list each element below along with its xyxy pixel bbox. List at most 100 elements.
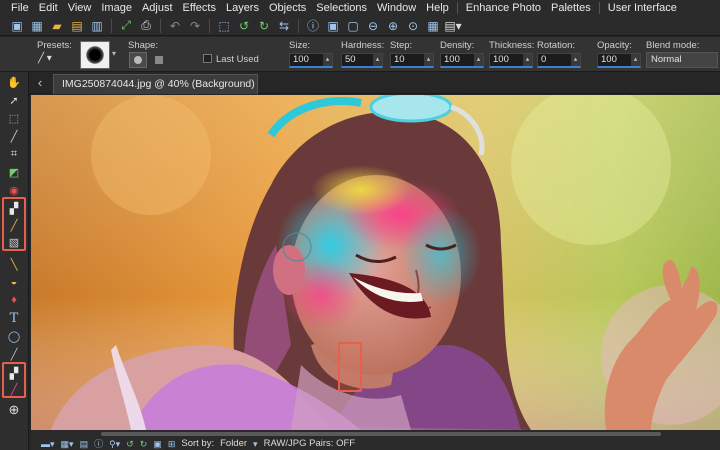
selection-tool-icon[interactable]: ⬚ (4, 110, 24, 126)
blend-mode-select[interactable]: Normal (646, 52, 718, 68)
select-all-icon[interactable]: ▣ (153, 438, 162, 450)
rotation-value: 0 (541, 54, 547, 65)
presets-dropdown[interactable]: ╱ ▾ (38, 53, 70, 68)
paint-brush-tool-icon[interactable]: ▞ (4, 200, 24, 216)
share-icon[interactable]: ⤢ (117, 17, 135, 35)
shape-round-button[interactable] (129, 52, 147, 68)
size-input[interactable]: 100 ▴ (289, 53, 333, 68)
thickness-input[interactable]: 100 ▴ (489, 53, 533, 68)
menu-user-interface[interactable]: User Interface (603, 0, 682, 16)
hardness-input[interactable]: 50 ▴ (341, 53, 383, 68)
thumbnail-view-icon[interactable]: ▦▾ (61, 438, 74, 450)
new-image-icon[interactable]: ▦ (28, 17, 46, 35)
airbrush-tool-icon[interactable]: ╱ (4, 217, 24, 233)
hardness-value: 50 (345, 54, 356, 65)
tag-icon[interactable]: ⊞ (168, 438, 176, 450)
main-toolbar: ▣ ▦ ▰ ▤ ▥ ⤢ ⎙ ↶ ↷ ⬚ ↺ ↻ ⇆ ⓘ ▣ ▢ ⊖ ⊕ ⊙ ▦ … (0, 16, 720, 36)
save-icon[interactable]: ▣ (8, 17, 26, 35)
raw-jpg-pairs-toggle[interactable]: RAW/JPG Pairs: OFF (264, 438, 355, 450)
rotation-spin-icon[interactable]: ▴ (571, 54, 580, 66)
opacity-label: Opacity: (597, 40, 632, 51)
hardness-spin-icon[interactable]: ▴ (373, 54, 382, 66)
pick-tool-icon[interactable]: ➚ (4, 92, 24, 108)
save-disk-icon[interactable]: ▥ (88, 17, 106, 35)
add-tool-icon[interactable]: ⊕ (4, 402, 24, 418)
tab-scroll-left-icon[interactable]: ‹ (33, 75, 47, 91)
zoom-in-icon[interactable]: ⊕ (384, 17, 402, 35)
red-eye-tool-icon[interactable]: ◉ (4, 182, 24, 198)
clone-brush-icon[interactable]: ▞ (4, 365, 24, 381)
hardness-label: Hardness: (341, 40, 385, 51)
gradient-tool-icon[interactable]: ▧ (4, 234, 24, 250)
brush-tip-preview[interactable] (80, 41, 110, 69)
info-icon[interactable]: ⓘ (304, 17, 322, 35)
opacity-input[interactable]: 100 ▴ (597, 53, 641, 68)
open-folder-icon[interactable]: ▰ (48, 17, 66, 35)
scrollbar-thumb[interactable] (101, 432, 661, 436)
menu-palettes[interactable]: Palettes (546, 0, 596, 16)
rotate-right-icon[interactable]: ↻ (255, 17, 273, 35)
fit-window-icon[interactable]: ▢ (344, 17, 362, 35)
menu-objects[interactable]: Objects (264, 0, 311, 16)
view-actual-icon[interactable]: ▣ (324, 17, 342, 35)
undo-icon[interactable]: ↶ (166, 17, 184, 35)
step-input[interactable]: 10 ▴ (390, 53, 434, 68)
menu-adjust[interactable]: Adjust (137, 0, 178, 16)
menu-layers[interactable]: Layers (221, 0, 264, 16)
sort-by-select[interactable]: Folder (220, 438, 247, 450)
menu-enhance-photo[interactable]: Enhance Photo (461, 0, 546, 16)
brush-tip-dropdown-icon[interactable]: ▾ (112, 49, 116, 58)
zoom-actual-icon[interactable]: ⊙ (404, 17, 422, 35)
grid-icon[interactable]: ▦ (424, 17, 442, 35)
menu-image[interactable]: Image (96, 0, 137, 16)
rotation-input[interactable]: 0 ▴ (537, 53, 581, 68)
fill-tool-icon[interactable]: ◒ (4, 274, 24, 290)
makeover-brush-icon[interactable]: ╱ (4, 381, 24, 397)
toolbar-divider (111, 18, 112, 33)
organizer-toggle-icon[interactable]: ▬▾ (41, 438, 55, 450)
shape-tool-icon[interactable]: ◯ (4, 328, 24, 344)
chevron-down-icon[interactable]: ▾ (253, 438, 258, 450)
menu-edit[interactable]: Edit (34, 0, 63, 16)
menu-file[interactable]: File (6, 0, 34, 16)
menu-help[interactable]: Help (421, 0, 454, 16)
menu-view[interactable]: View (63, 0, 97, 16)
menu-effects[interactable]: Effects (178, 0, 221, 16)
menu-selections[interactable]: Selections (311, 0, 372, 16)
flip-icon[interactable]: ⇆ (275, 17, 293, 35)
info-icon[interactable]: ⓘ (94, 438, 103, 450)
crop-tool-icon[interactable]: ⌗ (4, 146, 24, 162)
shape-square-button[interactable] (155, 56, 163, 64)
rotate-right-icon[interactable]: ↻ (140, 438, 148, 450)
opacity-spin-icon[interactable]: ▴ (631, 54, 640, 66)
horizontal-scrollbar[interactable] (31, 430, 720, 438)
size-spin-icon[interactable]: ▴ (323, 54, 332, 66)
filmstrip-icon[interactable]: ▤ (80, 438, 89, 450)
text-tool-icon[interactable]: T (4, 310, 24, 326)
thickness-spin-icon[interactable]: ▴ (523, 54, 532, 66)
document-tab[interactable]: IMG250874044.jpg @ 40% (Background) (53, 74, 258, 94)
zoom-out-icon[interactable]: ⊖ (364, 17, 382, 35)
print-icon[interactable]: ⎙ (137, 17, 155, 35)
rotate-left-icon[interactable]: ↺ (126, 438, 134, 450)
redo-icon[interactable]: ↷ (186, 17, 204, 35)
pan-tool-icon[interactable]: ✋ (4, 74, 24, 90)
density-input[interactable]: 100 ▴ (440, 53, 484, 68)
last-used-checkbox[interactable] (203, 54, 212, 63)
menu-window[interactable]: Window (372, 0, 421, 16)
pen-tool-icon[interactable]: ╲ (4, 256, 24, 272)
warp-brush-icon[interactable]: ╱ (4, 346, 24, 362)
browse-icon[interactable]: ▤ (68, 17, 86, 35)
layout-icon[interactable]: ▤▾ (444, 17, 462, 35)
straighten-tool-icon[interactable]: ◩ (4, 164, 24, 180)
step-spin-icon[interactable]: ▴ (424, 54, 433, 66)
menu-divider (598, 2, 600, 14)
density-spin-icon[interactable]: ▴ (474, 54, 483, 66)
scratch-remover-icon[interactable]: ♦ (4, 292, 24, 308)
resize-icon[interactable]: ⬚ (215, 17, 233, 35)
dropper-tool-icon[interactable]: ╱ (4, 128, 24, 144)
search-icon[interactable]: ⚲▾ (109, 438, 120, 450)
rotate-left-icon[interactable]: ↺ (235, 17, 253, 35)
toolbar-divider (209, 18, 210, 33)
image-canvas[interactable] (31, 95, 720, 430)
